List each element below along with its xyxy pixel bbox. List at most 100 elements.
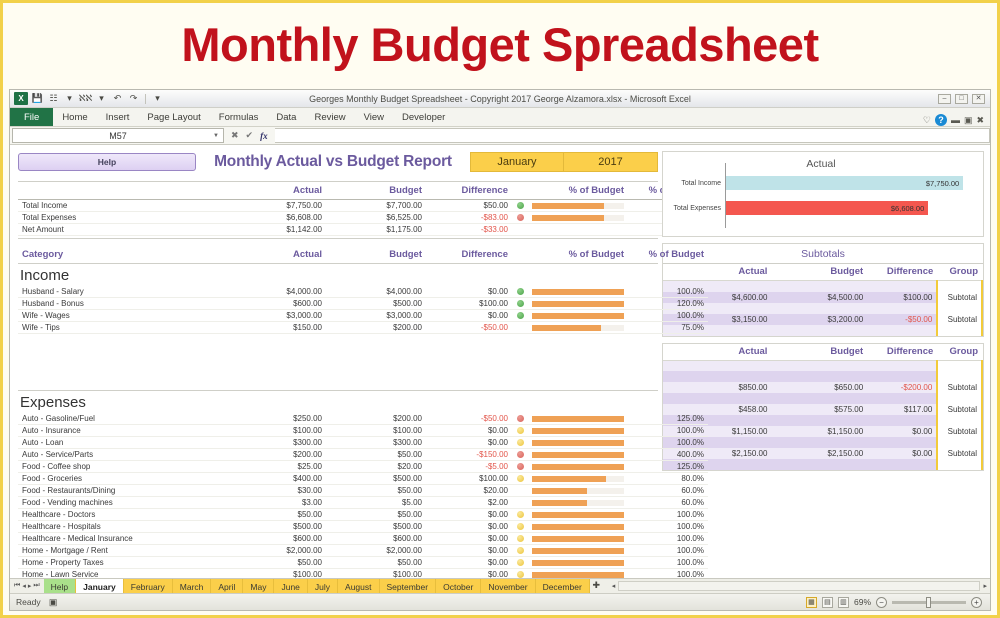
sheet-tab-january[interactable]: January	[76, 579, 124, 593]
chevron-down-icon[interactable]: ▼	[213, 133, 219, 139]
sheet-tab-october[interactable]: October	[436, 579, 482, 593]
normal-view-icon[interactable]: ▦	[805, 596, 817, 608]
table-row[interactable]: Food - Groceries $400.00 $500.00 $100.00 80.…	[18, 472, 708, 485]
table-row[interactable]: Net Amount $1,142.00 $1,175.00 -$33.00	[18, 223, 708, 236]
close-workbook-icon[interactable]: ✖	[976, 115, 984, 126]
chevron-down-icon-2[interactable]: ▾	[95, 92, 108, 105]
insert-function-icon[interactable]: fx	[260, 131, 268, 141]
table-row[interactable]: Wife - Tips $150.00 $200.00 -$50.00 75.0%	[18, 321, 708, 334]
customize-toolbar-icon[interactable]: ▾	[151, 92, 164, 105]
spelling-icon[interactable]: ℵℵ	[79, 92, 92, 105]
zoom-out-button[interactable]: −	[876, 596, 887, 608]
help-button[interactable]: Help	[18, 153, 196, 171]
sheet-tab-help[interactable]: Help	[43, 579, 77, 593]
last-sheet-icon[interactable]: ⏭	[33, 582, 39, 590]
restore-window-icon[interactable]: ▣	[964, 115, 973, 126]
quick-access-toolbar[interactable]: X 💾 ☷ ▾ ℵℵ ▾ ↶ ↷ ▾	[10, 92, 164, 105]
sheet-tab-november[interactable]: November	[481, 579, 536, 593]
formula-input[interactable]	[274, 128, 990, 143]
status-right[interactable]: ▦ ▤ ▥ 69% − +	[805, 596, 990, 608]
minimize-button[interactable]: –	[938, 93, 951, 104]
ribbon-tab-formulas[interactable]: Formulas	[210, 109, 268, 126]
sheet-tab-bar[interactable]: ⏮ ◂ ▸ ⏭ Help January February March April May…	[10, 578, 990, 593]
ribbon-right-controls[interactable]: ♡ ? ▬ ▣ ✖	[923, 114, 990, 126]
close-button[interactable]: ✕	[972, 93, 985, 104]
name-box[interactable]: M57 ▼	[12, 128, 224, 143]
scroll-left-icon[interactable]: ◂	[609, 582, 619, 590]
ribbon-tab-data[interactable]: Data	[267, 109, 305, 126]
subtotal-row[interactable]: $850.00 $650.00 -$200.00 Subtotal	[663, 382, 983, 393]
month-cell[interactable]: January	[470, 152, 564, 172]
help-icon[interactable]: ?	[934, 114, 947, 126]
chevron-down-icon[interactable]: ▾	[63, 92, 76, 105]
table-row[interactable]: Auto - Gasoline/Fuel $250.00 $200.00 -$50.0…	[18, 413, 708, 425]
page-layout-view-icon[interactable]: ▤	[821, 596, 833, 608]
zoom-slider[interactable]	[892, 596, 966, 608]
favorite-icon[interactable]: ♡	[923, 115, 931, 126]
subtotal-row[interactable]: $1,150.00 $1,150.00 $0.00 Subtotal	[663, 426, 983, 437]
sheet-tab-april[interactable]: April	[211, 579, 244, 593]
insert-sheet-icon[interactable]: ✚	[590, 579, 603, 592]
sheet-nav-buttons[interactable]: ⏮ ◂ ▸ ⏭	[10, 579, 44, 593]
restore-button[interactable]: □	[955, 93, 968, 104]
table-row[interactable]: Home - Property Taxes $50.00 $50.00 $0.00 10…	[18, 556, 708, 569]
subtotal-row[interactable]: $2,150.00 $2,150.00 $0.00 Subtotal	[663, 448, 983, 459]
table-row[interactable]: Food - Restaurants/Dining $30.00 $50.00 $20…	[18, 484, 708, 497]
hscroll-track[interactable]	[618, 581, 981, 591]
table-row[interactable]: Food - Coffee shop $25.00 $20.00 -$5.00 125.…	[18, 460, 708, 473]
ribbon-tab-home[interactable]: Home	[53, 109, 96, 126]
ribbon-tab-view[interactable]: View	[355, 109, 393, 126]
subtotal-row[interactable]: $458.00 $575.00 $117.00 Subtotal	[663, 404, 983, 415]
formula-bar[interactable]: M57 ▼ ✖ ✔ fx	[10, 127, 990, 145]
zoom-slider-knob[interactable]	[926, 596, 931, 608]
print-preview-icon[interactable]: ☷	[47, 92, 60, 105]
window-controls[interactable]: – □ ✕	[938, 93, 990, 104]
confirm-edit-icon[interactable]: ✔	[246, 130, 254, 141]
scroll-right-icon[interactable]: ▸	[980, 582, 990, 590]
sheet-tab-may[interactable]: May	[243, 579, 275, 593]
sheet-tab-june[interactable]: June	[274, 579, 308, 593]
cancel-edit-icon[interactable]: ✖	[231, 130, 239, 141]
macro-record-icon[interactable]: ▣	[47, 596, 60, 609]
formula-controls[interactable]: ✖ ✔ fx	[224, 130, 275, 141]
table-row[interactable]: Healthcare - Medical Insurance $600.00 $60…	[18, 532, 708, 545]
sheet-tab-august[interactable]: August	[338, 579, 380, 593]
table-row[interactable]: Husband - Bonus $600.00 $500.00 $100.00 120.…	[18, 297, 708, 310]
table-row[interactable]: Auto - Service/Parts $200.00 $50.00 -$150.0…	[18, 448, 708, 461]
table-row[interactable]: Home - Lawn Service $100.00 $100.00 $0.00 10…	[18, 568, 708, 578]
subtotal-row[interactable]: $4,600.00 $4,500.00 $100.00 Subtotal	[663, 291, 983, 303]
zoom-level[interactable]: 69%	[854, 597, 871, 607]
table-row[interactable]: Auto - Insurance $100.00 $100.00 $0.00 100.0…	[18, 424, 708, 437]
redo-icon[interactable]: ↷	[127, 92, 140, 105]
table-row[interactable]: Total Income$7,750.00$7,700.00$50.00100.…	[18, 199, 708, 212]
table-row[interactable]: Total Expenses$6,608.00$6,525.00-$83.001…	[18, 211, 708, 224]
next-sheet-icon[interactable]: ▸	[28, 582, 32, 590]
ribbon-tab-developer[interactable]: Developer	[393, 109, 454, 126]
minimize-ribbon-icon[interactable]: ▬	[951, 115, 960, 125]
table-row[interactable]: Auto - Loan $300.00 $300.00 $0.00 100.0%	[18, 436, 708, 449]
subtotal-row[interactable]: $3,150.00 $3,200.00 -$50.00 Subtotal	[663, 313, 983, 325]
save-icon[interactable]: 💾	[31, 92, 44, 105]
undo-icon[interactable]: ↶	[111, 92, 124, 105]
ribbon-tab-review[interactable]: Review	[305, 109, 354, 126]
table-row[interactable]: Healthcare - Doctors $50.00 $50.00 $0.00 100…	[18, 508, 708, 521]
ribbon-tab-strip[interactable]: File Home Insert Page Layout Formulas Da…	[10, 108, 990, 127]
table-row[interactable]: Home - Mortgage / Rent $2,000.00 $2,000.00…	[18, 544, 708, 557]
sheet-tab-march[interactable]: March	[172, 579, 212, 593]
first-sheet-icon[interactable]: ⏮	[14, 582, 20, 590]
sheet-tab-september[interactable]: September	[379, 579, 437, 593]
prev-sheet-icon[interactable]: ◂	[22, 582, 26, 590]
table-row[interactable]: Wife - Wages $3,000.00 $3,000.00 $0.00 100.0…	[18, 309, 708, 322]
sheet-tab-july[interactable]: July	[307, 579, 339, 593]
table-row[interactable]: Healthcare - Hospitals $500.00 $500.00 $0.0…	[18, 520, 708, 533]
page-break-view-icon[interactable]: ▥	[837, 596, 849, 608]
horizontal-scrollbar[interactable]: ◂ ▸	[603, 579, 990, 593]
sheet-tab-december[interactable]: December	[535, 579, 590, 593]
sheet-tabs[interactable]: Help January February March April May June July…	[43, 579, 590, 593]
year-cell[interactable]: 2017	[564, 152, 658, 172]
zoom-in-button[interactable]: +	[971, 596, 982, 608]
table-row[interactable]: Food - Vending machines $3.00 $5.00 $2.00 60…	[18, 496, 708, 509]
ribbon-tab-page-layout[interactable]: Page Layout	[138, 109, 209, 126]
table-row[interactable]: Husband - Salary $4,000.00 $4,000.00 $0.00 1…	[18, 286, 708, 298]
sheet-tab-february[interactable]: February	[123, 579, 173, 593]
